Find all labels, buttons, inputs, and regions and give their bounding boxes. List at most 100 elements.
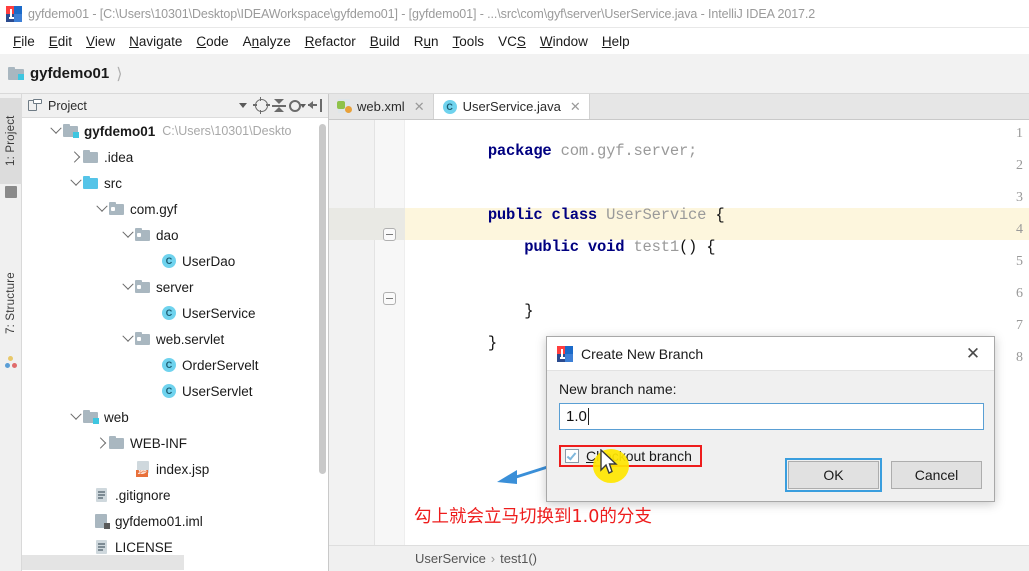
chevron-right-icon[interactable] — [94, 436, 109, 451]
line-number: 6 — [1016, 286, 1023, 301]
tree-item-label: index.jsp — [156, 461, 210, 477]
menu-run[interactable]: Run — [407, 32, 446, 51]
menu-edit[interactable]: Edit — [42, 32, 79, 51]
hide-panel-button[interactable] — [306, 97, 324, 115]
editor-gutter[interactable] — [329, 120, 375, 545]
tree-item-com-gyf[interactable]: com.gyf — [22, 196, 328, 222]
chevron-down-icon[interactable] — [48, 124, 63, 139]
tree-item-label: UserDao — [182, 253, 236, 269]
tree-item-userservlet[interactable]: C UserServlet — [22, 378, 328, 404]
code-token-keyword: package — [487, 142, 552, 160]
ok-button[interactable]: OK — [785, 458, 882, 492]
java-class-icon: C — [161, 253, 177, 269]
code-token-identifier: test1 — [633, 238, 679, 256]
tree-item-label: gyfdemo01 — [84, 123, 156, 139]
project-tree-scrollbar[interactable] — [318, 118, 327, 570]
menu-file[interactable]: File — [6, 32, 42, 51]
line-number: 7 — [1016, 318, 1023, 333]
java-class-icon: C — [161, 357, 177, 373]
tree-item-web-servlet[interactable]: web.servlet — [22, 326, 328, 352]
breadcrumb-part-class[interactable]: UserService — [415, 551, 486, 566]
tree-item-dao[interactable]: dao — [22, 222, 328, 248]
settings-button[interactable] — [288, 97, 306, 115]
iml-file-icon — [94, 513, 110, 529]
chevron-down-icon[interactable] — [68, 410, 83, 425]
menu-window[interactable]: Window — [533, 32, 595, 51]
menu-refactor[interactable]: Refactor — [298, 32, 363, 51]
dialog-title-bar: Create New Branch ✕ — [547, 337, 994, 371]
close-icon[interactable]: ✕ — [570, 99, 581, 115]
chevron-down-icon[interactable] — [120, 228, 135, 243]
code-token-identifier: com.gyf.server; — [551, 142, 698, 160]
tree-item-gyfdemo01[interactable]: gyfdemo01 C:\Users\10301\Deskto — [22, 118, 328, 144]
tree-item-src[interactable]: src — [22, 170, 328, 196]
tree-item-label: web.servlet — [156, 331, 225, 347]
mouse-cursor — [600, 449, 618, 474]
tree-item-web-inf[interactable]: WEB-INF — [22, 430, 328, 456]
package-icon — [135, 331, 151, 347]
breadcrumb-part-method[interactable]: test1() — [500, 551, 537, 566]
code-fold-marker[interactable] — [383, 228, 396, 241]
code-fold-marker[interactable] — [383, 292, 396, 305]
menu-navigate[interactable]: Navigate — [122, 32, 189, 51]
chevron-right-icon[interactable] — [68, 150, 83, 165]
project-folder-icon — [63, 123, 79, 139]
editor-fold-gutter[interactable] — [375, 120, 405, 545]
tree-item-server[interactable]: server — [22, 274, 328, 300]
tree-item-userservice[interactable]: C UserService — [22, 300, 328, 326]
code-token-keyword: public void — [487, 238, 634, 256]
tree-item-path: C:\Users\10301\Deskto — [162, 124, 292, 138]
tree-item-label: src — [104, 175, 122, 191]
checkout-branch-checkbox[interactable] — [565, 449, 579, 463]
tree-item-label: UserService — [182, 305, 256, 321]
gear-icon — [288, 99, 301, 113]
tree-item-gitignore[interactable]: .gitignore — [22, 482, 328, 508]
package-icon — [109, 201, 125, 217]
chevron-down-icon[interactable] — [68, 176, 83, 191]
close-icon[interactable]: ✕ — [414, 99, 425, 115]
target-icon — [252, 97, 270, 114]
project-panel-header: Project — [22, 94, 328, 118]
collapse-all-button[interactable] — [270, 97, 288, 115]
menu-analyze[interactable]: Analyze — [236, 32, 298, 51]
java-class-icon: C — [442, 99, 458, 115]
menu-build[interactable]: Build — [363, 32, 407, 51]
menu-tools[interactable]: Tools — [446, 32, 492, 51]
editor-tab-userservice-java[interactable]: C UserService.java ✕ — [433, 94, 590, 119]
menu-code[interactable]: Code — [189, 32, 235, 51]
tree-item-gyfdemo01-iml[interactable]: gyfdemo01.iml — [22, 508, 328, 534]
project-tree[interactable]: gyfdemo01 C:\Users\10301\Deskto .idea sr… — [22, 118, 328, 570]
tree-item-userdao[interactable]: C UserDao — [22, 248, 328, 274]
chevron-down-icon[interactable] — [120, 332, 135, 347]
scrollbar-thumb[interactable] — [319, 124, 326, 474]
sidebar-tab-project[interactable]: 1: Project — [0, 98, 22, 184]
cancel-button[interactable]: Cancel — [891, 461, 982, 489]
tree-item-idea[interactable]: .idea — [22, 144, 328, 170]
breadcrumb[interactable]: UserService › test1() — [415, 551, 537, 566]
sidebar-tab-structure[interactable]: 7: Structure — [0, 254, 22, 352]
tree-item-orderservelt[interactable]: C OrderServelt — [22, 352, 328, 378]
editor-tab-label: UserService.java — [462, 99, 561, 114]
text-caret — [587, 408, 590, 425]
breadcrumb-separator: › — [490, 551, 496, 566]
structure-tab-icon — [5, 356, 17, 368]
navbar-crumb-project[interactable]: gyfdemo01 — [8, 65, 109, 82]
menu-view[interactable]: View — [79, 32, 122, 51]
code-token-punct: } — [487, 334, 497, 352]
close-icon[interactable]: ✕ — [960, 341, 986, 367]
code-line-7: } — [415, 316, 497, 370]
tree-item-web[interactable]: web — [22, 404, 328, 430]
annotation-text: 勾上就会立马切换到1.0的分支 — [414, 507, 652, 527]
scroll-from-source-button[interactable] — [252, 97, 270, 115]
code-line-4: public void test1() { — [415, 220, 715, 274]
view-mode-dropdown-button[interactable] — [234, 97, 252, 115]
checkout-branch-row[interactable]: Checkout branch — [559, 445, 702, 467]
chevron-down-icon[interactable] — [120, 280, 135, 295]
chevron-down-icon[interactable] — [94, 202, 109, 217]
intellij-idea-window: gyfdemo01 - [C:\Users\10301\Desktop\IDEA… — [0, 0, 1029, 571]
menu-help[interactable]: Help — [595, 32, 637, 51]
branch-name-input[interactable]: 1.0 — [559, 403, 984, 430]
menu-vcs[interactable]: VCS — [491, 32, 533, 51]
editor-tab-web-xml[interactable]: web.xml ✕ — [329, 94, 434, 119]
tree-item-index-jsp[interactable]: JSP index.jsp — [22, 456, 328, 482]
